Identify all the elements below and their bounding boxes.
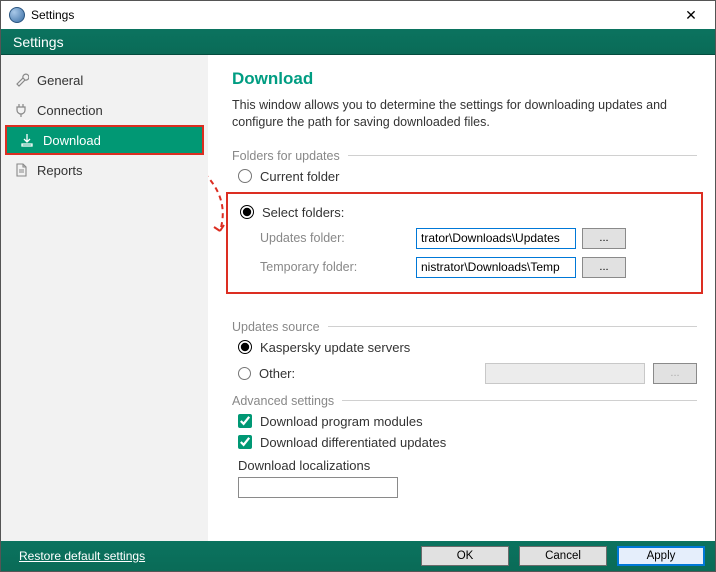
restore-defaults-link[interactable]: Restore default settings — [19, 549, 145, 563]
divider — [328, 326, 697, 327]
kaspersky-source-radio-row[interactable]: Kaspersky update servers — [238, 340, 697, 355]
sidebar-item-label: Reports — [37, 163, 83, 178]
divider — [348, 155, 697, 156]
section-label: Folders for updates — [232, 149, 340, 163]
wrench-icon — [13, 72, 29, 88]
header-title: Settings — [13, 34, 64, 50]
header-bar: Settings — [1, 29, 715, 55]
page-description: This window allows you to determine the … — [232, 97, 697, 131]
titlebar: Settings ✕ — [1, 1, 715, 29]
sidebar-item-connection[interactable]: Connection — [1, 95, 208, 125]
cancel-button[interactable]: Cancel — [519, 546, 607, 566]
kaspersky-source-label: Kaspersky update servers — [260, 340, 410, 355]
current-folder-radio-row[interactable]: Current folder — [238, 169, 697, 184]
current-folder-radio[interactable] — [238, 169, 252, 183]
download-diff-checkbox-row[interactable]: Download differentiated updates — [238, 435, 697, 450]
select-folders-radio-row[interactable]: Select folders: — [240, 205, 695, 220]
other-browse-button: ... — [653, 363, 697, 384]
sidebar-item-reports[interactable]: Reports — [1, 155, 208, 185]
other-source-radio[interactable] — [238, 367, 251, 380]
window-title: Settings — [31, 8, 671, 22]
sidebar-item-general[interactable]: General — [1, 65, 208, 95]
select-folders-highlight: Select folders: Updates folder: ... Temp… — [226, 192, 703, 294]
source-section-header: Updates source — [232, 320, 697, 334]
folders-section-header: Folders for updates — [232, 149, 697, 163]
temporary-folder-row: Temporary folder: ... — [260, 257, 695, 278]
download-icon — [19, 132, 35, 148]
sidebar: General Connection Download Reports — [1, 55, 208, 541]
section-label: Advanced settings — [232, 394, 334, 408]
advanced-section-header: Advanced settings — [232, 394, 697, 408]
divider — [342, 400, 697, 401]
sidebar-item-download[interactable]: Download — [5, 125, 204, 155]
select-folders-label: Select folders: — [262, 205, 344, 220]
main-area: General Connection Download Reports Dow — [1, 55, 715, 541]
temporary-browse-button[interactable]: ... — [582, 257, 626, 278]
updates-folder-input[interactable] — [416, 228, 576, 249]
select-folders-radio[interactable] — [240, 205, 254, 219]
sidebar-item-label: Download — [43, 133, 101, 148]
section-label: Updates source — [232, 320, 320, 334]
other-source-input — [485, 363, 645, 384]
app-icon — [9, 7, 25, 23]
download-modules-checkbox-row[interactable]: Download program modules — [238, 414, 697, 429]
temporary-folder-label: Temporary folder: — [260, 260, 410, 274]
close-button[interactable]: ✕ — [671, 1, 711, 29]
localizations-row: Download localizations — [238, 458, 697, 498]
updates-folder-label: Updates folder: — [260, 231, 410, 245]
temporary-folder-input[interactable] — [416, 257, 576, 278]
download-diff-checkbox[interactable] — [238, 435, 252, 449]
other-source-row: Other: ... — [238, 363, 697, 384]
updates-browse-button[interactable]: ... — [582, 228, 626, 249]
apply-button[interactable]: Apply — [617, 546, 705, 566]
download-diff-label: Download differentiated updates — [260, 435, 446, 450]
sidebar-item-label: General — [37, 73, 83, 88]
download-modules-label: Download program modules — [260, 414, 423, 429]
current-folder-label: Current folder — [260, 169, 339, 184]
ok-button[interactable]: OK — [421, 546, 509, 566]
content-pane: Download This window allows you to deter… — [208, 55, 715, 541]
sidebar-item-label: Connection — [37, 103, 103, 118]
localizations-input[interactable] — [238, 477, 398, 498]
document-icon — [13, 162, 29, 178]
other-source-label: Other: — [259, 366, 295, 381]
download-modules-checkbox[interactable] — [238, 414, 252, 428]
plug-icon — [13, 102, 29, 118]
kaspersky-source-radio[interactable] — [238, 340, 252, 354]
page-title: Download — [232, 69, 697, 89]
localizations-label: Download localizations — [238, 458, 697, 473]
updates-folder-row: Updates folder: ... — [260, 228, 695, 249]
footer-bar: Restore default settings OK Cancel Apply — [1, 541, 715, 571]
